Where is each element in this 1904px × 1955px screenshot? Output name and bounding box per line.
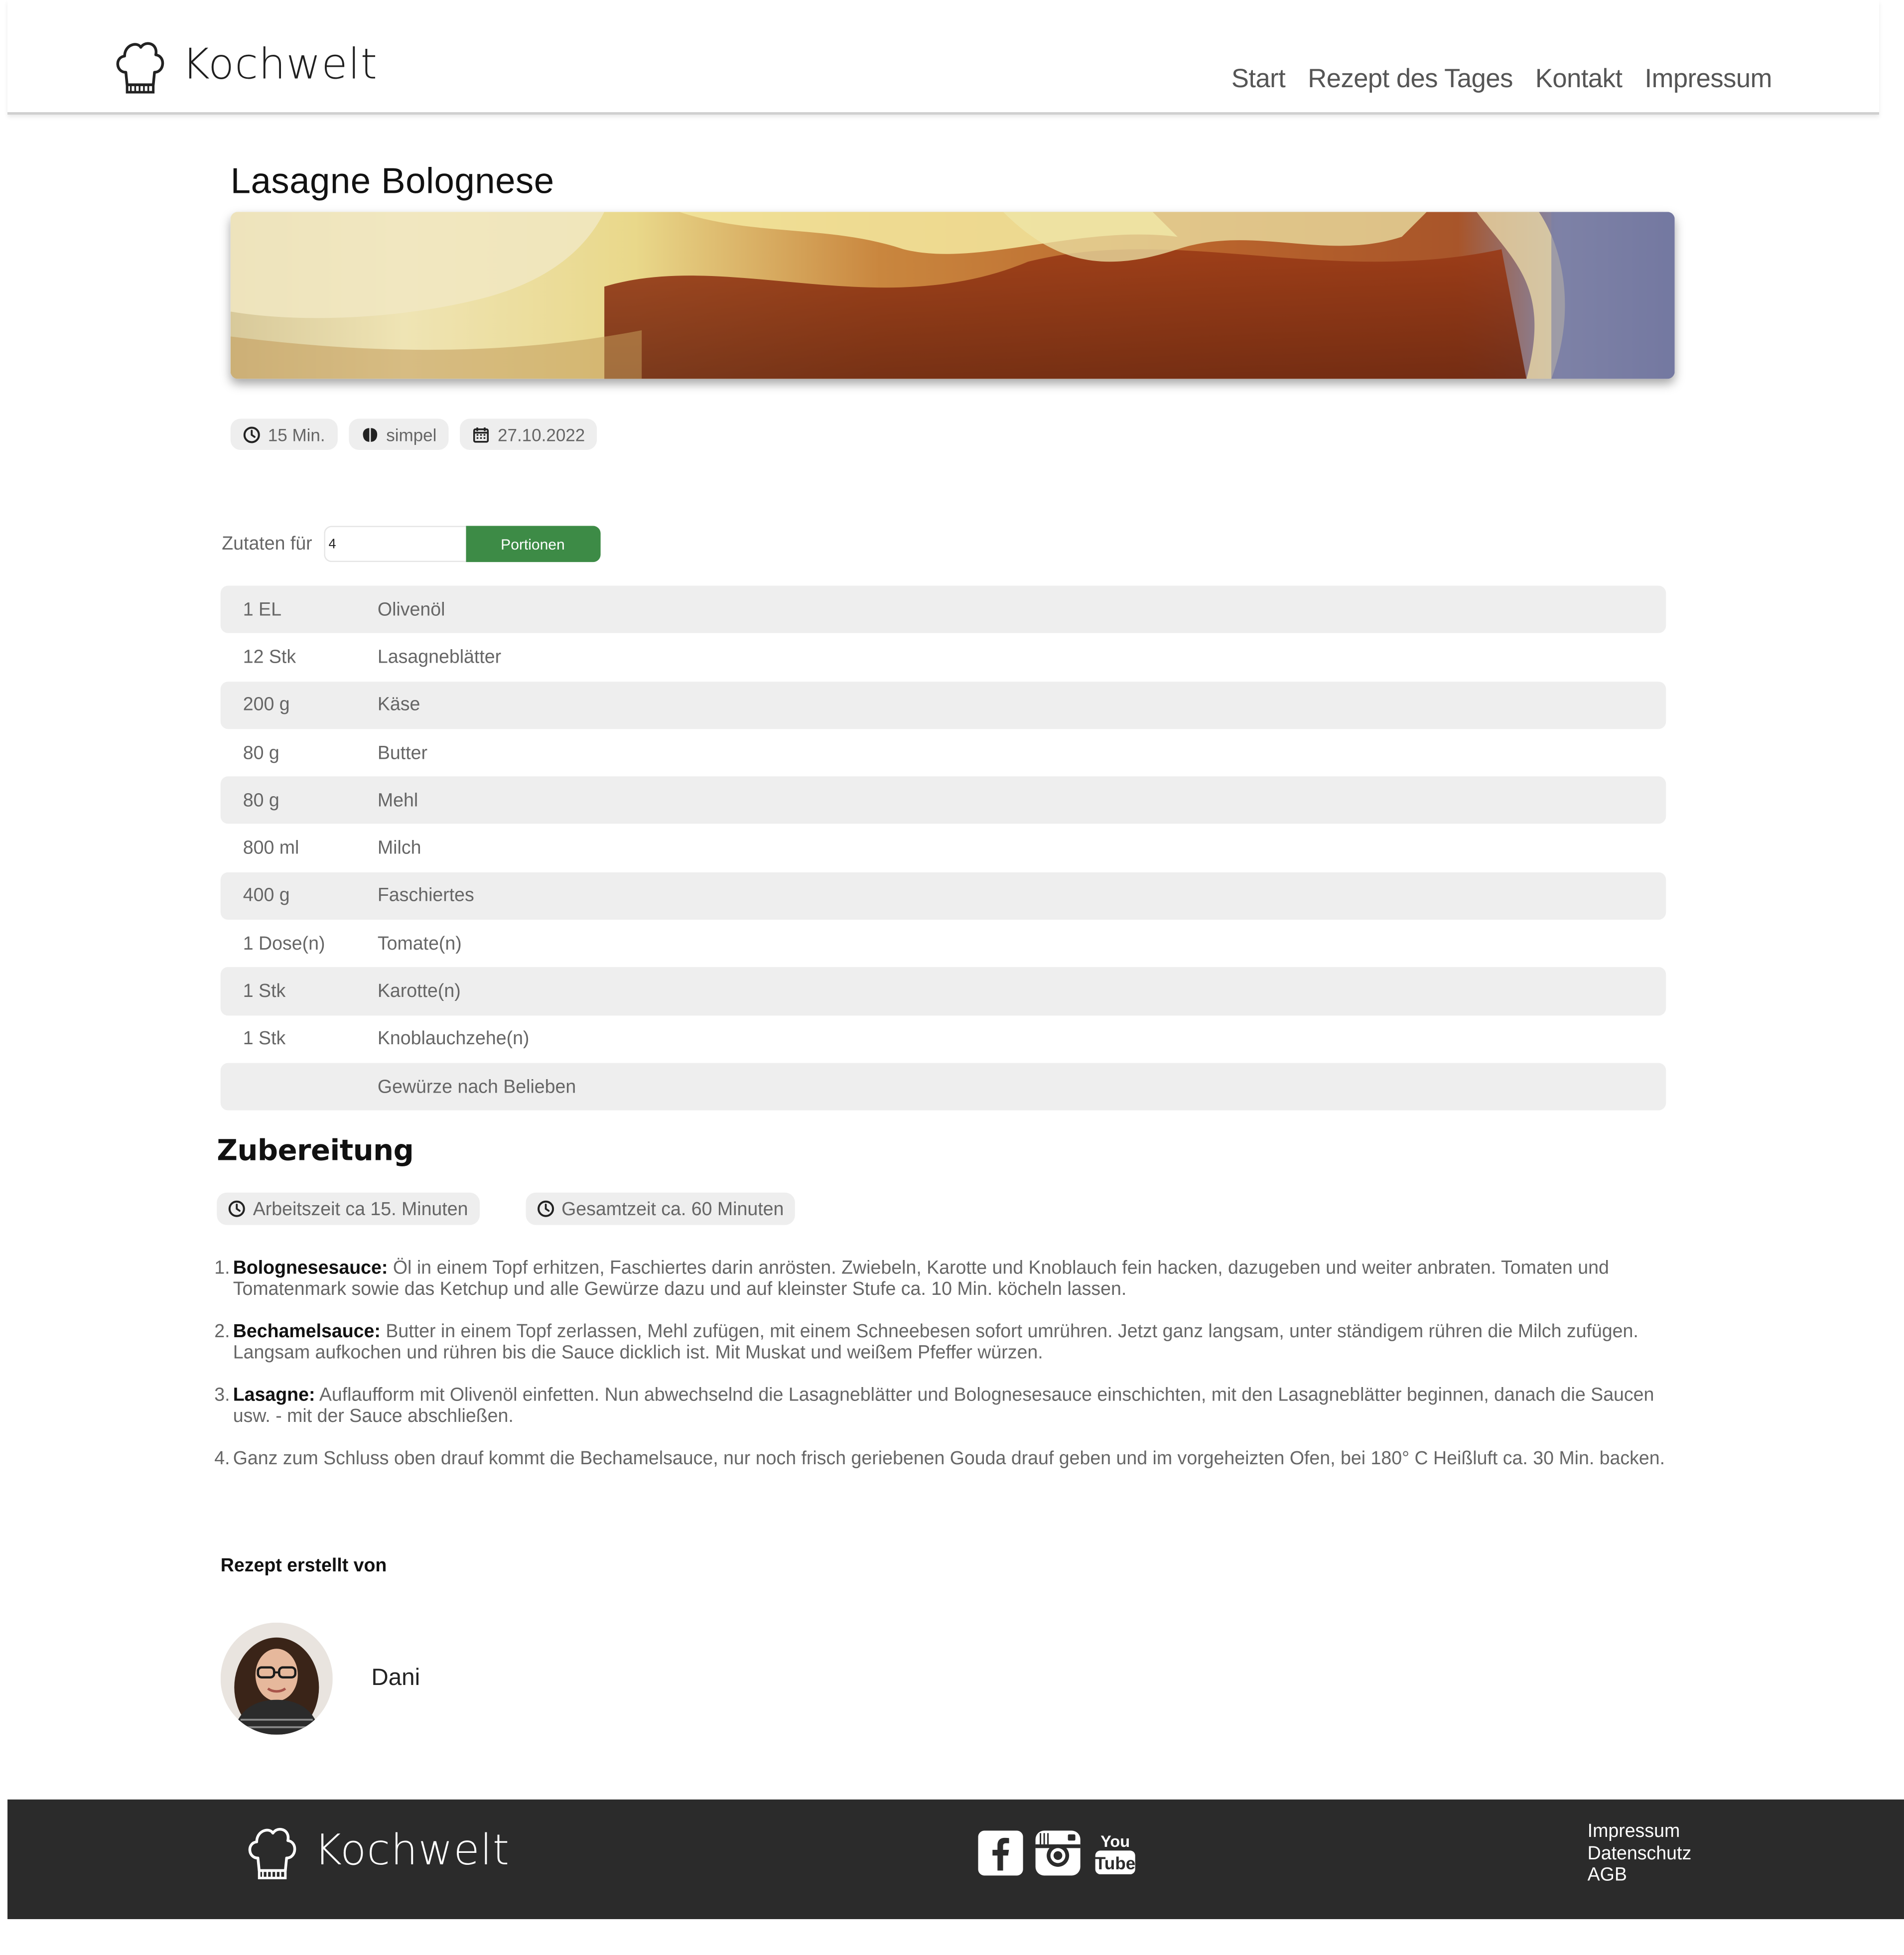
- step-heading: Bolognesesauce:: [233, 1257, 388, 1279]
- clock-icon: [228, 1200, 245, 1217]
- step-text: Butter in einem Topf zerlassen, Mehl zuf…: [233, 1321, 1638, 1364]
- ingredient-name: Butter: [377, 742, 428, 764]
- difficulty-text: simpel: [386, 424, 437, 444]
- difficulty-badge: simpel: [349, 419, 449, 450]
- preparation-steps: 1. Bolognesesauce: Öl in einem Topf erhi…: [214, 1257, 1672, 1491]
- site-header: Kochwelt Start Rezept des Tages Kontakt …: [7, 0, 1879, 115]
- nav-kontakt[interactable]: Kontakt: [1535, 65, 1623, 95]
- ingredient-row: 1 EL Olivenöl: [220, 585, 1666, 634]
- step-item: 4. Ganz zum Schluss oben drauf kommt die…: [214, 1448, 1672, 1470]
- portions-input[interactable]: [323, 526, 466, 562]
- step-text: Öl in einem Topf erhitzen, Faschiertes d…: [233, 1257, 1609, 1300]
- ingredient-amount: 80 g: [243, 790, 279, 811]
- ingredient-amount: 1 Stk: [243, 1028, 286, 1050]
- step-number: 4.: [214, 1448, 230, 1470]
- step-number: 3.: [214, 1384, 230, 1406]
- brand-logo[interactable]: Kochwelt: [112, 35, 378, 95]
- ingredient-row: 200 g Käse: [220, 681, 1666, 729]
- work-time-badge: Arbeitszeit ca 15. Minuten: [217, 1192, 479, 1225]
- author-label: Rezept erstellt von: [220, 1555, 387, 1577]
- ingredient-name: Karotte(n): [377, 980, 461, 1002]
- ingredient-row: 1 Stk Karotte(n): [220, 967, 1666, 1015]
- step-heading: Lasagne:: [233, 1384, 315, 1406]
- svg-text:You: You: [1100, 1832, 1130, 1850]
- ingredient-amount: 1 Stk: [243, 980, 286, 1002]
- ingredient-name: Tomate(n): [377, 933, 462, 955]
- ingredient-amount: 800 ml: [243, 838, 299, 859]
- brand-name: Kochwelt: [182, 40, 378, 90]
- ingredient-amount: 80 g: [243, 742, 279, 764]
- preparation-title: Zubereitung: [217, 1135, 414, 1168]
- clock-icon: [537, 1200, 554, 1217]
- step-item: 3. Lasagne: Auflaufform mit Olivenöl ein…: [214, 1385, 1672, 1427]
- ingredient-name: Mehl: [377, 790, 418, 811]
- preparation-times: Arbeitszeit ca 15. Minuten Gesamtzeit ca…: [217, 1192, 795, 1225]
- site-footer: Kochwelt You Tube Impressum Datenschutz …: [7, 1799, 1904, 1920]
- recipe-meta: 15 Min. simpel 27.10.2022: [230, 419, 598, 450]
- social-links: You Tube: [977, 1829, 1139, 1877]
- author-name[interactable]: Dani: [371, 1665, 420, 1692]
- recipe-title: Lasagne Bolognese: [230, 162, 554, 202]
- ingredient-name: Faschiertes: [377, 885, 474, 907]
- footer-links: Impressum Datenschutz AGB: [1588, 1820, 1692, 1886]
- total-time-text: Gesamtzeit ca. 60 Minuten: [561, 1198, 784, 1220]
- ingredient-name: Knoblauchzehe(n): [377, 1028, 530, 1050]
- total-time-badge: Gesamtzeit ca. 60 Minuten: [525, 1192, 795, 1225]
- footer-brand-name: Kochwelt: [314, 1825, 510, 1876]
- ingredients-table: 1 EL Olivenöl 12 Stk Lasagneblätter 200 …: [220, 585, 1666, 1111]
- time-badge: 15 Min.: [230, 419, 338, 450]
- ingredient-row: 1 Dose(n) Tomate(n): [221, 920, 1666, 968]
- ingredient-row: 1 Stk Knoblauchzehe(n): [221, 1015, 1666, 1063]
- step-text: Ganz zum Schluss oben drauf kommt die Be…: [233, 1448, 1665, 1470]
- portions-label: Zutaten für: [222, 533, 312, 555]
- main-nav: Start Rezept des Tages Kontakt Impressum: [1231, 65, 1772, 95]
- chef-hat-icon: [116, 42, 164, 94]
- svg-text:Tube: Tube: [1095, 1854, 1135, 1873]
- step-number: 1.: [214, 1257, 230, 1279]
- ingredient-amount: 400 g: [243, 885, 290, 907]
- instagram-icon[interactable]: [1034, 1829, 1082, 1877]
- time-text: 15 Min.: [268, 424, 325, 444]
- ingredient-row: 12 Stk Lasagneblätter: [221, 633, 1666, 681]
- step-item: 2. Bechamelsauce: Butter in einem Topf z…: [214, 1321, 1672, 1363]
- ingredient-row: 400 g Faschiertes: [220, 872, 1666, 920]
- ingredient-row: 80 g Mehl: [220, 776, 1666, 825]
- step-number: 2.: [214, 1321, 230, 1342]
- ingredient-row: Gewürze nach Belieben: [220, 1063, 1666, 1111]
- nav-impressum[interactable]: Impressum: [1645, 65, 1772, 95]
- recipe-hero-image: [230, 212, 1675, 379]
- ingredient-name: Gewürze nach Belieben: [377, 1076, 576, 1098]
- step-text: Auflaufform mit Olivenöl einfetten. Nun …: [233, 1384, 1654, 1427]
- ingredient-amount: 1 Dose(n): [243, 933, 325, 955]
- ingredient-name: Olivenöl: [377, 599, 445, 620]
- portions-control: Zutaten für Portionen: [222, 526, 600, 562]
- ingredient-name: Lasagneblätter: [377, 647, 502, 668]
- ingredient-name: Milch: [377, 838, 421, 859]
- footer-link-agb[interactable]: AGB: [1588, 1864, 1692, 1886]
- ingredient-amount: 200 g: [243, 694, 290, 716]
- footer-link-datenschutz[interactable]: Datenschutz: [1588, 1842, 1692, 1864]
- footer-link-impressum[interactable]: Impressum: [1588, 1820, 1692, 1842]
- step-heading: Bechamelsauce:: [233, 1321, 381, 1342]
- brain-icon: [363, 427, 378, 441]
- ingredient-row: 80 g Butter: [221, 729, 1666, 777]
- facebook-icon[interactable]: [977, 1829, 1024, 1877]
- youtube-icon[interactable]: You Tube: [1091, 1829, 1139, 1877]
- author-avatar[interactable]: [220, 1622, 333, 1735]
- step-item: 1. Bolognesesauce: Öl in einem Topf erhi…: [214, 1257, 1672, 1300]
- footer-brand-logo[interactable]: Kochwelt: [244, 1820, 510, 1880]
- ingredient-row: 800 ml Milch: [221, 825, 1666, 872]
- nav-rezept-des-tages[interactable]: Rezept des Tages: [1308, 65, 1513, 95]
- clock-icon: [243, 426, 260, 443]
- portions-button[interactable]: Portionen: [465, 526, 600, 562]
- ingredient-amount: 12 Stk: [243, 647, 296, 668]
- chef-hat-icon: [248, 1827, 296, 1879]
- nav-start[interactable]: Start: [1231, 65, 1286, 95]
- work-time-text: Arbeitszeit ca 15. Minuten: [253, 1198, 468, 1220]
- date-text: 27.10.2022: [497, 424, 585, 444]
- calendar-icon: [473, 426, 489, 442]
- ingredient-amount: 1 EL: [243, 599, 281, 620]
- ingredient-name: Käse: [377, 694, 420, 716]
- date-badge: 27.10.2022: [460, 419, 598, 450]
